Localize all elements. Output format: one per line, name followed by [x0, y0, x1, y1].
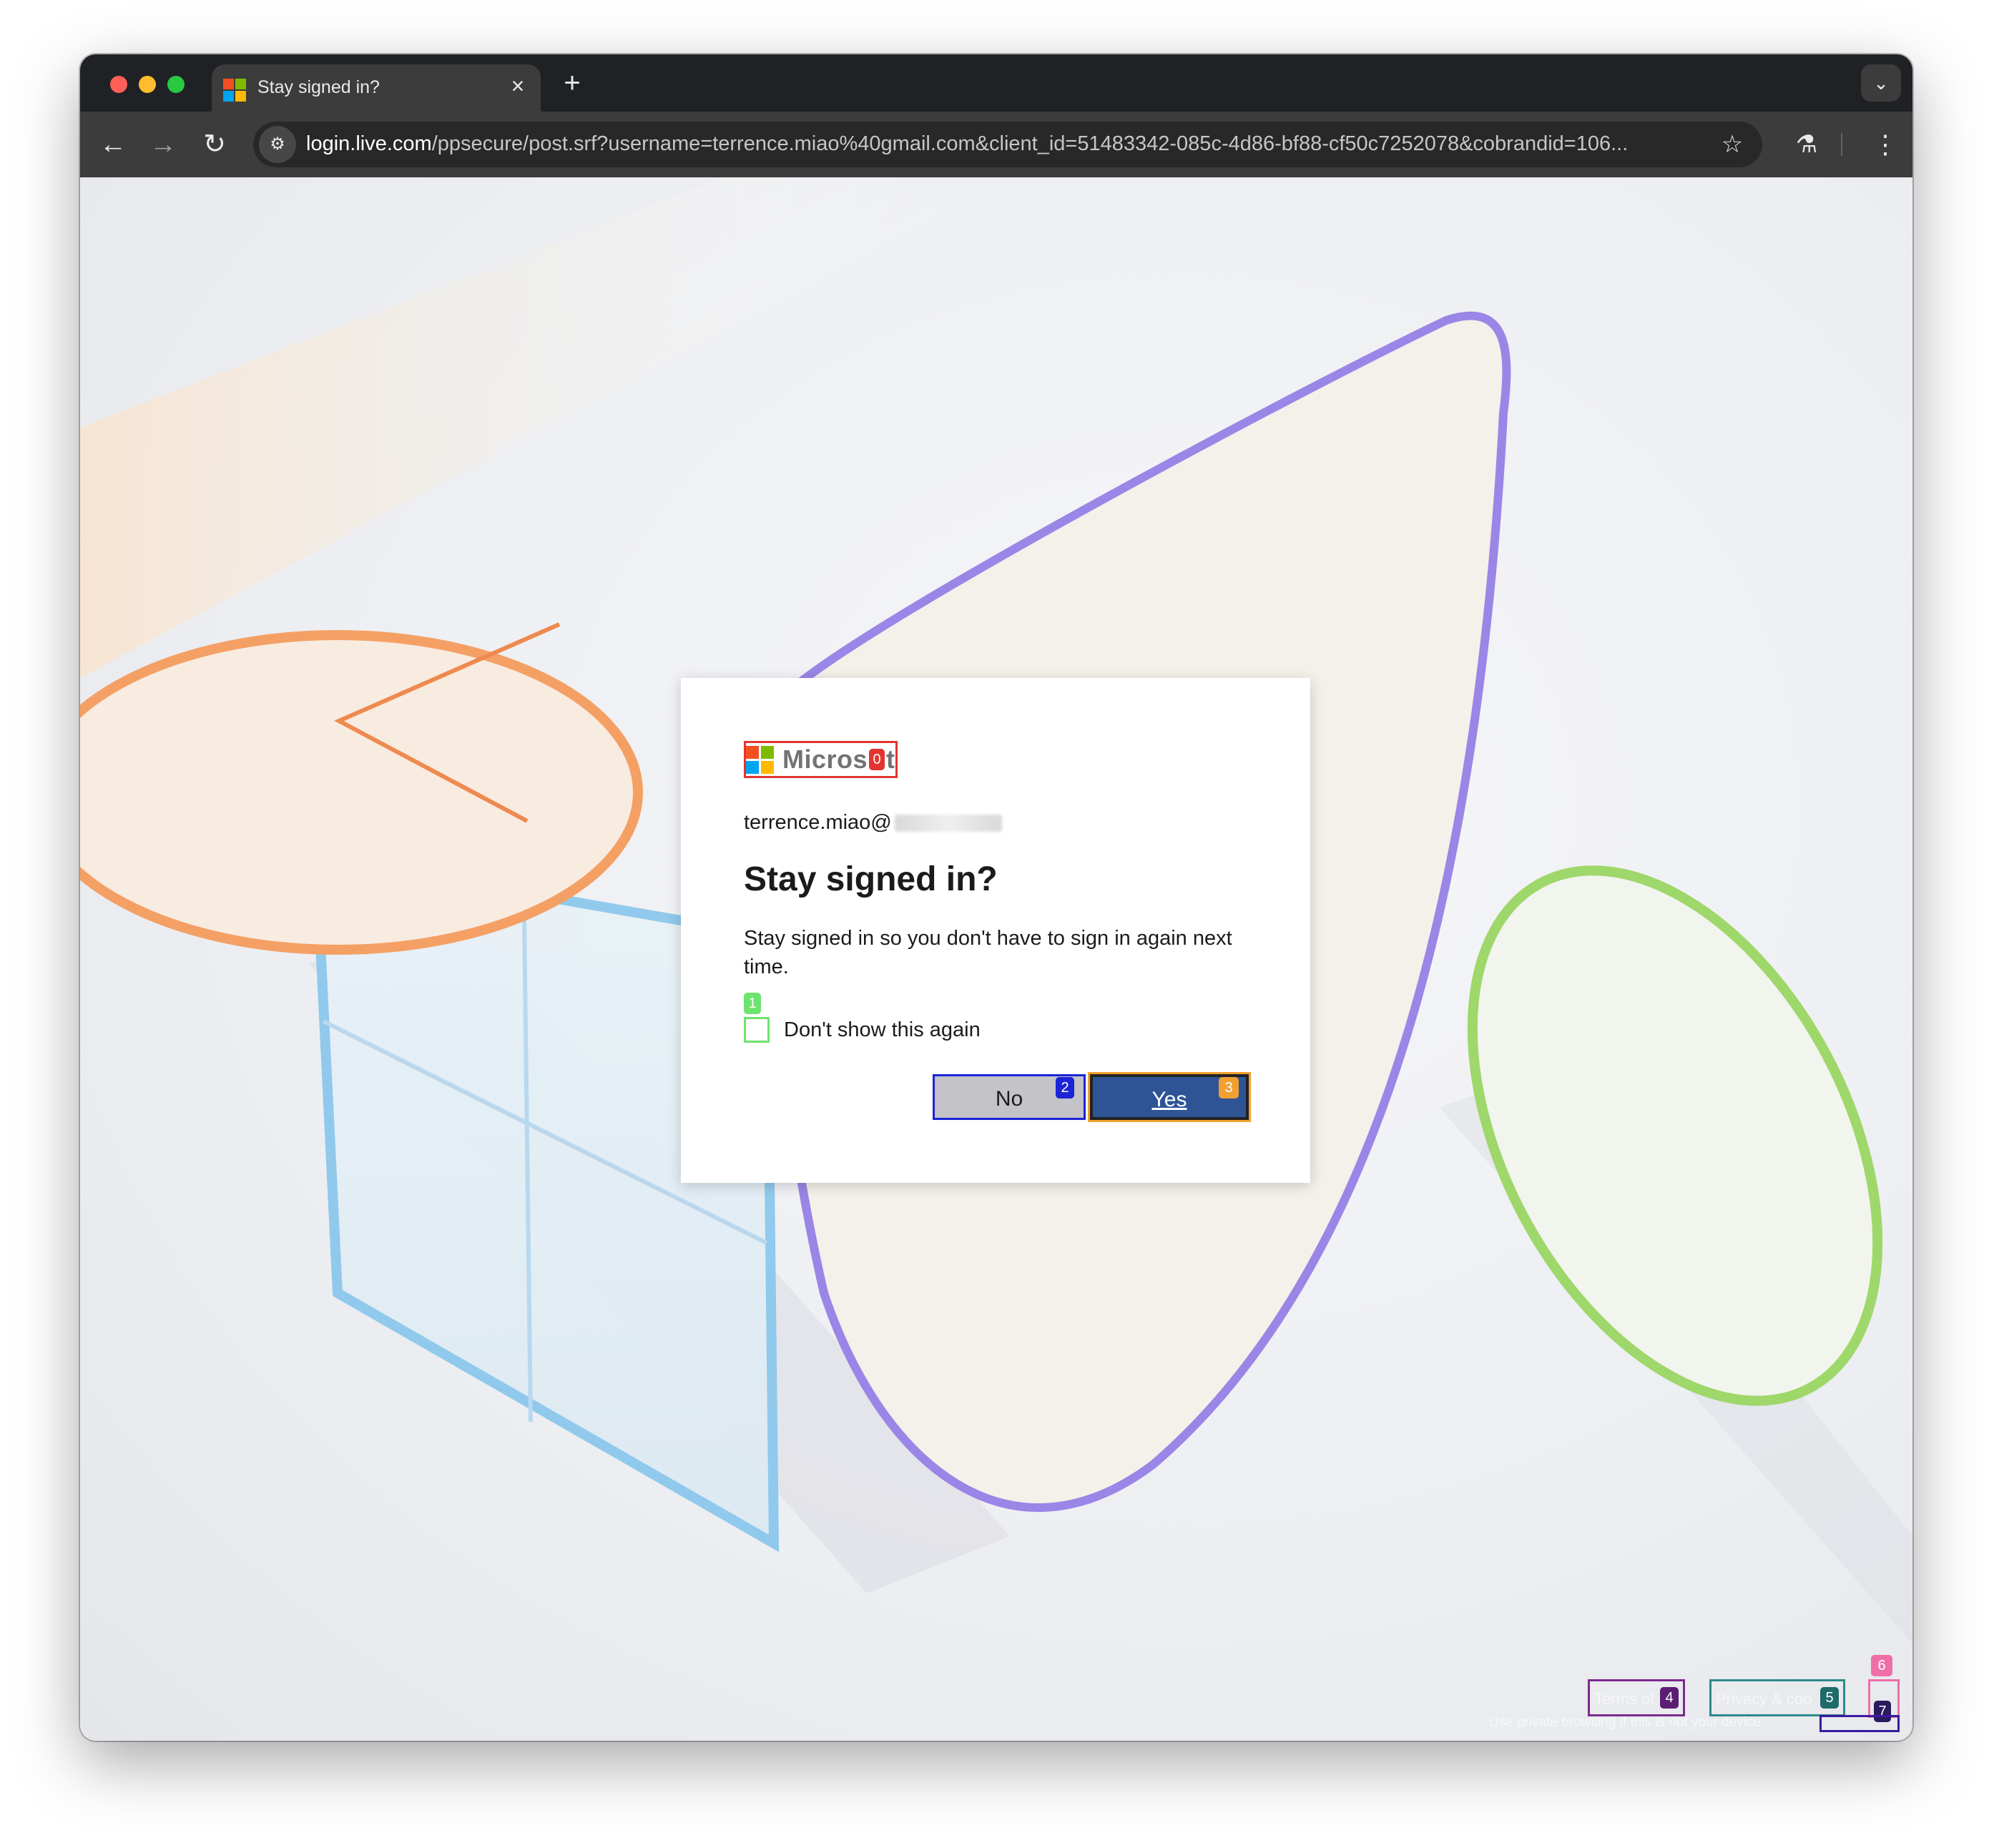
browser-toolbar: ← → ↻ ⚙ login.live.com/ppsecure/post.srf…: [80, 112, 1912, 177]
page-content: Micros 0 t terrence.miao@ Stay signed in…: [80, 177, 1912, 1741]
toolbar-divider: [1841, 133, 1842, 156]
browser-window: Stay signed in? × + ⌄ ← → ↻ ⚙ login.live…: [80, 54, 1912, 1741]
microsoft-favicon-icon: [223, 79, 246, 102]
email-text: terrence.miao@: [744, 811, 892, 834]
no-button-label: No: [995, 1087, 1023, 1111]
site-info-icon[interactable]: ⚙: [259, 126, 296, 163]
tab-strip: Stay signed in? × + ⌄: [80, 54, 1912, 112]
tab-title: Stay signed in?: [257, 77, 380, 97]
private-browsing-note: Use private browsing if this is not your…: [1489, 1715, 1765, 1730]
sign-in-dialog: Micros 0 t terrence.miao@ Stay signed in…: [681, 678, 1310, 1183]
learn-more-link-box[interactable]: [1819, 1715, 1900, 1732]
badge-0: 0: [869, 749, 885, 770]
logo-text: Micros: [782, 744, 868, 774]
logo-text-tail: t: [886, 744, 895, 774]
description-text: Stay signed in so you don't have to sign…: [744, 927, 1232, 978]
yes-button-label: Yes: [1151, 1088, 1187, 1111]
address-bar[interactable]: ⚙ login.live.com/ppsecure/post.srf?usern…: [253, 122, 1762, 167]
badge-4: 4: [1660, 1687, 1679, 1709]
microsoft-logo: Micros 0 t: [744, 741, 898, 778]
bookmark-star-icon[interactable]: ☆: [1715, 127, 1749, 162]
badge-3: 3: [1219, 1077, 1239, 1099]
microsoft-squares-icon: [746, 745, 774, 774]
forward-arrow-icon[interactable]: →: [144, 126, 182, 163]
maximize-window-button[interactable]: [167, 76, 185, 93]
dont-show-again-checkbox[interactable]: [744, 1017, 770, 1043]
close-window-button[interactable]: [110, 76, 127, 93]
badge-1: 1: [744, 993, 761, 1014]
checkbox-label: Don't show this again: [784, 1018, 981, 1041]
redacted-email-domain: [894, 815, 1002, 832]
url-text[interactable]: login.live.com/ppsecure/post.srf?usernam…: [306, 132, 1701, 156]
browser-menu-icon[interactable]: ⋮: [1870, 126, 1901, 163]
url-host: login.live.com: [306, 132, 432, 155]
account-email: terrence.miao@: [744, 811, 1002, 835]
url-path: /ppsecure/post.srf?username=terrence.mia…: [431, 132, 1629, 155]
badge-6: 6: [1871, 1655, 1892, 1676]
tab-search-button[interactable]: ⌄: [1861, 64, 1901, 102]
tab-close-icon[interactable]: ×: [505, 73, 531, 99]
terms-link-box[interactable]: Terms of 4: [1588, 1679, 1685, 1716]
page-title: Stay signed in?: [744, 860, 998, 898]
labs-flask-icon[interactable]: ⚗: [1788, 126, 1825, 163]
terms-link[interactable]: Terms of: [1594, 1690, 1659, 1709]
badge-2: 2: [1056, 1077, 1074, 1099]
badge-5: 5: [1820, 1687, 1839, 1709]
reload-icon[interactable]: ↻: [196, 126, 233, 163]
new-tab-button[interactable]: +: [555, 66, 589, 100]
orange-glass-disc: [80, 630, 643, 955]
tab-stay-signed-in[interactable]: Stay signed in? ×: [212, 64, 541, 112]
minimize-window-button[interactable]: [139, 76, 156, 93]
back-arrow-icon[interactable]: ←: [94, 126, 132, 163]
privacy-link-box[interactable]: Privacy & coo 5: [1709, 1679, 1845, 1716]
privacy-link[interactable]: Privacy & coo: [1716, 1690, 1816, 1709]
